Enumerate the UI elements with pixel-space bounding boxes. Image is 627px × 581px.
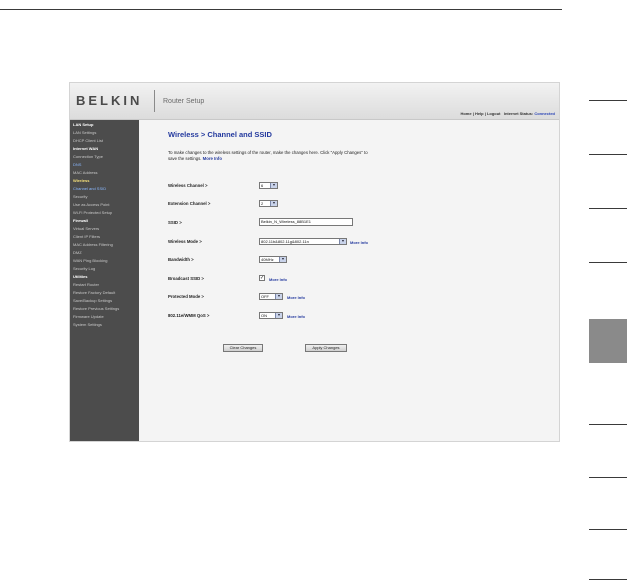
chevron-down-icon: ▼ (275, 294, 282, 299)
protected-mode-value: OFF (261, 294, 269, 299)
sidebar-item-client-ip-filters[interactable]: Client IP Filters (73, 235, 100, 239)
protected-mode-more-info[interactable]: More Info (287, 295, 305, 300)
sidebar-item-lan-setup[interactable]: LAN Setup (73, 123, 93, 127)
sidebar-item-wan-ping-blocking[interactable]: WAN Ping Blocking (73, 259, 108, 263)
chevron-down-icon: ▼ (275, 313, 282, 318)
sidebar-item-restore-defaults[interactable]: Restore Factory Default (73, 291, 115, 295)
chevron-down-icon: ▼ (270, 201, 277, 206)
sidebar-item-restore-previous[interactable]: Restore Previous Settings (73, 307, 119, 311)
ssid-label: SSID > (168, 220, 182, 225)
extension-channel-value: 2 (261, 201, 264, 206)
chapter-tab-line (589, 154, 627, 155)
wireless-channel-value: 6 (261, 183, 264, 188)
sidebar-item-security-log[interactable]: Security Log (73, 267, 95, 271)
sidebar: LAN Setup LAN Settings DHCP Client List … (70, 120, 139, 441)
brand-logo: BELKIN (76, 93, 143, 108)
intro-text: To make changes to the wireless settings… (168, 150, 368, 162)
protected-mode-label: Protected Mode > (168, 294, 204, 299)
sidebar-item-wireless[interactable]: Wireless (73, 179, 89, 183)
wireless-mode-more-info[interactable]: More Info (350, 240, 368, 245)
sidebar-item-lan-settings[interactable]: LAN Settings (73, 131, 96, 135)
chevron-down-icon: ▼ (279, 257, 286, 262)
broadcast-ssid-more-info[interactable]: More Info (269, 277, 287, 282)
sidebar-item-utilities[interactable]: Utilities (73, 275, 87, 279)
wmm-qos-select[interactable]: ON ▼ (259, 312, 283, 319)
bandwidth-select[interactable]: 40MHz ▼ (259, 256, 287, 263)
sidebar-item-dhcp-client-list[interactable]: DHCP Client List (73, 139, 103, 143)
top-nav: Home | Help | Logout Internet Status: Co… (460, 111, 555, 116)
intro-more-info-link[interactable]: More Info (203, 156, 222, 161)
help-link[interactable]: Help (475, 111, 484, 116)
sidebar-item-internet-wan[interactable]: Internet WAN (73, 147, 98, 151)
wmm-qos-more-info[interactable]: More Info (287, 314, 305, 319)
chevron-down-icon: ▼ (339, 239, 346, 244)
sidebar-item-mac-filtering[interactable]: MAC Address Filtering (73, 243, 113, 247)
router-screenshot: BELKIN Router Setup Home | Help | Logout… (69, 82, 560, 442)
router-setup-title: Router Setup (163, 98, 205, 105)
wmm-qos-value: ON (261, 313, 267, 318)
sidebar-item-mac-address[interactable]: MAC Address (73, 171, 97, 175)
wireless-mode-select[interactable]: 802.11b&802.11g&802.11n ▼ (259, 238, 347, 245)
broadcast-ssid-label: Broadcast SSID > (168, 276, 204, 281)
clear-changes-button[interactable]: Clear Changes (223, 344, 263, 352)
top-rule (0, 9, 562, 10)
sidebar-item-virtual-servers[interactable]: Virtual Servers (73, 227, 99, 231)
internet-status-label: Internet Status: (503, 111, 534, 116)
internet-status-value: Connected (534, 111, 555, 116)
bandwidth-value: 40MHz (261, 257, 274, 262)
ssid-input[interactable]: Belkin_N_Wireless_88B1E1 (259, 218, 353, 226)
sidebar-item-restart-router[interactable]: Restart Router (73, 283, 99, 287)
sidebar-item-connection-type[interactable]: Connection Type (73, 155, 103, 159)
chapter-tab-line (589, 477, 627, 478)
logout-link[interactable]: Logout (487, 111, 501, 116)
wireless-mode-value: 802.11b&802.11g&802.11n (261, 239, 309, 244)
chapter-tab-line (589, 579, 627, 580)
sidebar-item-dns[interactable]: DNS (73, 163, 81, 167)
intro-body: To make changes to the wireless settings… (168, 150, 368, 161)
sidebar-item-save-backup[interactable]: Save/Backup Settings (73, 299, 112, 303)
protected-mode-select[interactable]: OFF ▼ (259, 293, 283, 300)
broadcast-ssid-checkbox[interactable]: ✓ (259, 275, 265, 281)
sidebar-item-firewall[interactable]: Firewall (73, 219, 88, 223)
chapter-tab-line (589, 529, 627, 530)
chevron-down-icon: ▼ (270, 183, 277, 188)
chapter-tab-line (589, 100, 627, 101)
chapter-tab-active (589, 319, 627, 363)
sidebar-item-channel-and-ssid[interactable]: Channel and SSID (73, 187, 106, 191)
sidebar-item-dmz[interactable]: DMZ (73, 251, 82, 255)
bandwidth-label: Bandwidth > (168, 257, 194, 262)
chapter-tab-line (589, 208, 627, 209)
router-header: BELKIN Router Setup Home | Help | Logout… (70, 83, 559, 120)
sidebar-item-wps[interactable]: Wi-Fi Protected Setup (73, 211, 112, 215)
home-link[interactable]: Home (460, 111, 471, 116)
wireless-channel-select[interactable]: 6 ▼ (259, 182, 278, 189)
sidebar-item-firmware-update[interactable]: Firmware Update (73, 315, 104, 319)
extension-channel-select[interactable]: 2 ▼ (259, 200, 278, 207)
chapter-tab-line (589, 262, 627, 263)
extension-channel-label: Extension Channel > (168, 201, 211, 206)
wmm-qos-label: 802.11e/WMM QoS > (168, 313, 210, 318)
sidebar-item-security[interactable]: Security (73, 195, 87, 199)
sidebar-item-system-settings[interactable]: System Settings (73, 323, 102, 327)
brand-divider (154, 90, 155, 112)
page-title: Wireless > Channel and SSID (168, 130, 272, 139)
apply-changes-button[interactable]: Apply Changes (305, 344, 347, 352)
wireless-mode-label: Wireless Mode > (168, 239, 202, 244)
wireless-channel-label: Wireless Channel > (168, 183, 208, 188)
chapter-tab-line (589, 424, 627, 425)
main-panel: Wireless > Channel and SSID To make chan… (139, 120, 559, 441)
sidebar-item-access-point[interactable]: Use as Access Point (73, 203, 109, 207)
